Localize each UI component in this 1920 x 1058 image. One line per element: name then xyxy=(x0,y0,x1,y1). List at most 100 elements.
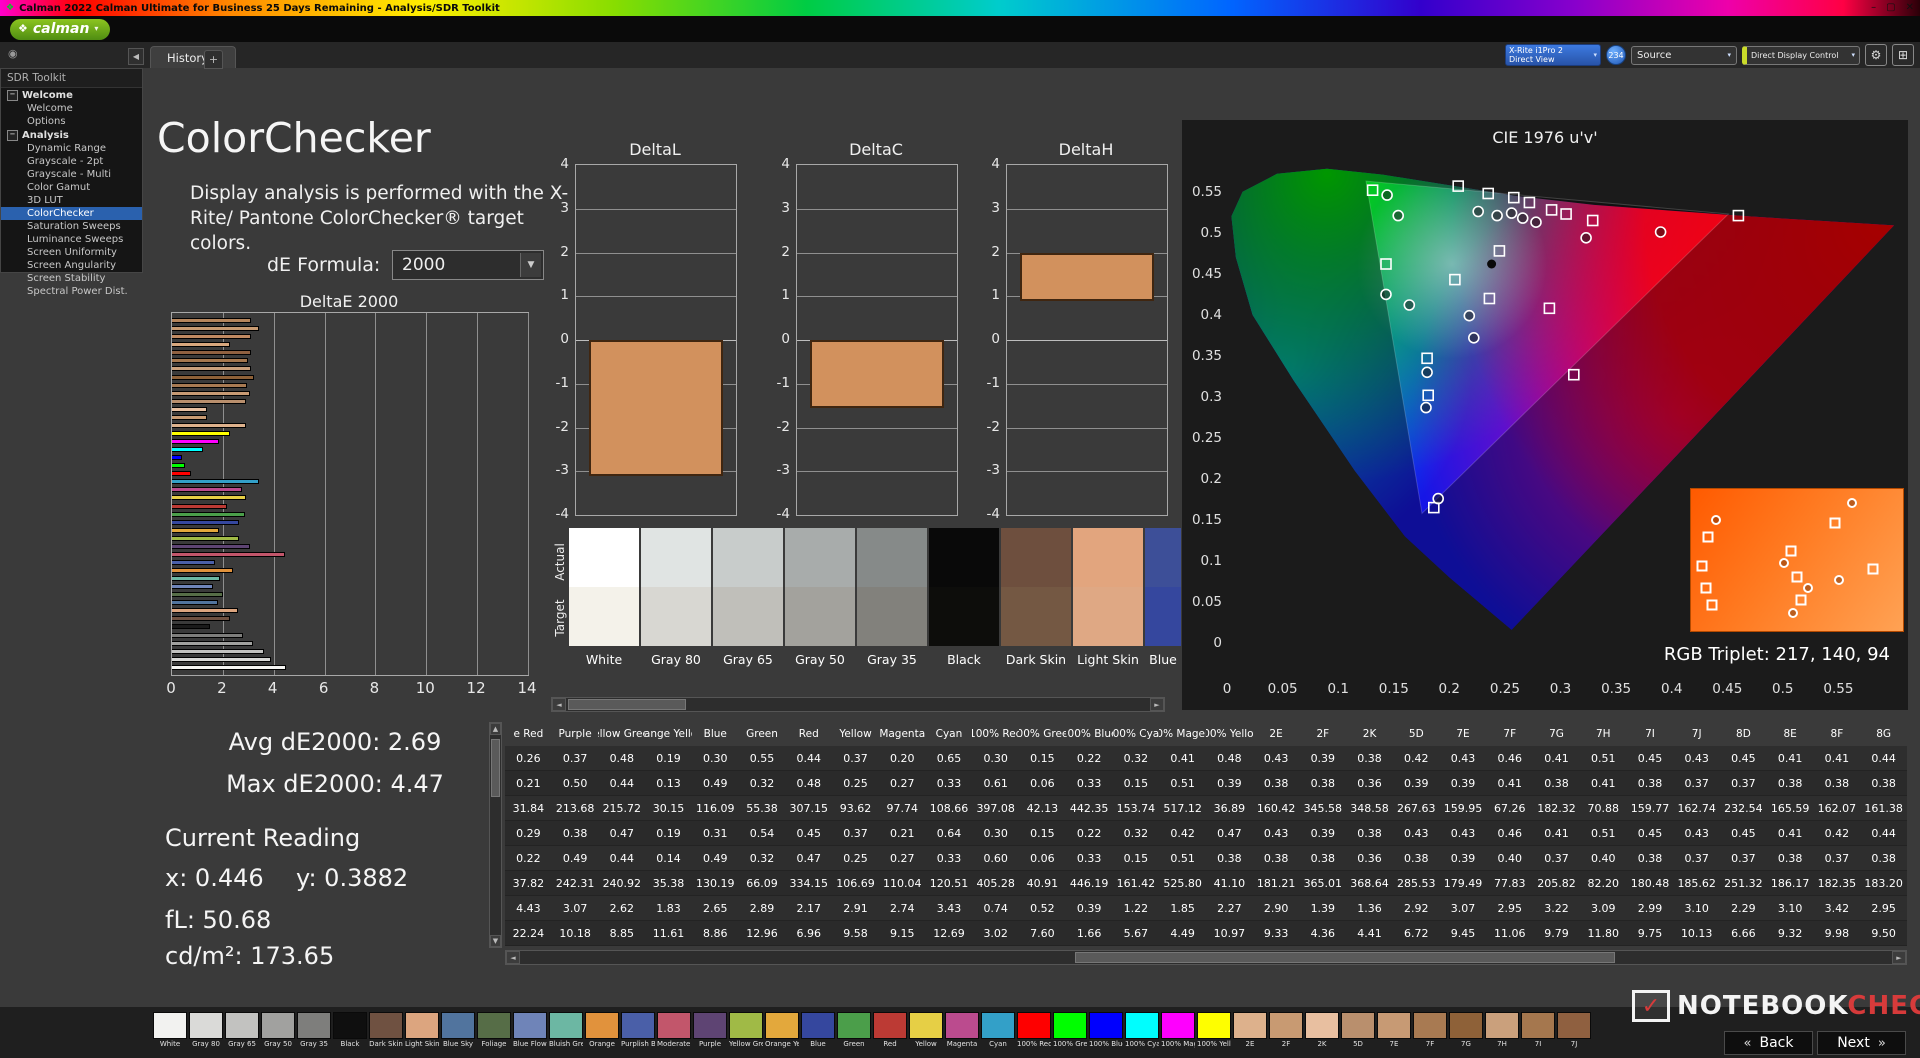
gear-icon[interactable]: ⚙ xyxy=(1865,44,1887,66)
bottom-swatch-100-red[interactable]: 100% Red xyxy=(1017,1012,1051,1048)
bottom-swatch-black[interactable]: Black xyxy=(333,1012,367,1048)
bottom-swatch-100-magenta[interactable]: 100% Magenta xyxy=(1161,1012,1195,1048)
bottom-swatch-cyan[interactable]: Cyan xyxy=(981,1012,1015,1048)
sidebar-item-screen-stability[interactable]: Screen Stability xyxy=(1,272,142,285)
bottom-swatch-purplish-blue[interactable]: Purplish Blue xyxy=(621,1012,655,1048)
bottom-swatch-white[interactable]: White xyxy=(153,1012,187,1048)
table-vertical-scrollbar[interactable]: ▲ ▼ xyxy=(489,722,502,948)
tab-history-1[interactable]: History 1 xyxy=(150,46,236,68)
meter-badge[interactable]: 234 xyxy=(1606,45,1626,65)
scroll-thumb[interactable] xyxy=(568,699,686,710)
bottom-swatch-gray-80[interactable]: Gray 80 xyxy=(189,1012,223,1048)
minimize-button[interactable]: – xyxy=(1871,3,1876,13)
x-tick-label: 0.5 xyxy=(1766,681,1800,697)
sidebar-item-colorchecker[interactable]: ColorChecker xyxy=(1,207,142,220)
bottom-swatch-yellow[interactable]: Yellow xyxy=(909,1012,943,1048)
collapse-expander-icon[interactable]: − xyxy=(7,130,18,141)
scroll-track[interactable] xyxy=(566,698,1150,711)
sidebar-item-grayscale-multi[interactable]: Grayscale - Multi xyxy=(1,168,142,181)
bottom-swatch-7g[interactable]: 7G xyxy=(1449,1012,1483,1048)
bottom-swatch-blue-sky[interactable]: Blue Sky xyxy=(441,1012,475,1048)
bottom-swatch-light-skin[interactable]: Light Skin xyxy=(405,1012,439,1048)
scroll-thumb[interactable] xyxy=(1075,952,1615,963)
bottom-swatch-gray-65[interactable]: Gray 65 xyxy=(225,1012,259,1048)
layout-grid-icon[interactable]: ⊞ xyxy=(1892,44,1914,66)
tree-section-welcome[interactable]: −Welcome xyxy=(1,88,142,102)
sidebar-item-screen-uniformity[interactable]: Screen Uniformity xyxy=(1,246,142,259)
patch-swatch-black[interactable]: Black xyxy=(929,528,999,667)
sidebar-item-dynamic-range[interactable]: Dynamic Range xyxy=(1,142,142,155)
bottom-swatch-7e[interactable]: 7E xyxy=(1377,1012,1411,1048)
calman-menu-button[interactable]: ❖ calman ▾ xyxy=(10,19,110,40)
sidebar-item-spectral-power-dist[interactable]: Spectral Power Dist. xyxy=(1,285,142,298)
de-formula-dropdown[interactable]: 2000 ▼ xyxy=(392,250,544,280)
table-horizontal-scrollbar[interactable]: ◄ ► xyxy=(505,950,1907,965)
close-button[interactable]: ✕ xyxy=(1906,3,1914,13)
bottom-swatch-blue-flower[interactable]: Blue Flower xyxy=(513,1012,547,1048)
back-button[interactable]: « Back xyxy=(1724,1031,1813,1055)
bottom-swatch-7j[interactable]: 7J xyxy=(1557,1012,1591,1048)
bottom-swatch-100-blue[interactable]: 100% Blue xyxy=(1089,1012,1123,1048)
bottom-swatch-orange[interactable]: Orange xyxy=(585,1012,619,1048)
next-button[interactable]: Next » xyxy=(1817,1031,1906,1055)
sidebar-item-color-gamut[interactable]: Color Gamut xyxy=(1,181,142,194)
bottom-swatch-moderate-red[interactable]: Moderate Red xyxy=(657,1012,691,1048)
sidebar-item-luminance-sweeps[interactable]: Luminance Sweeps xyxy=(1,233,142,246)
patch-swatch-gray-80[interactable]: Gray 80 xyxy=(641,528,711,667)
bottom-swatch-100-green[interactable]: 100% Green xyxy=(1053,1012,1087,1048)
bottom-swatch-yellow-green[interactable]: Yellow Green xyxy=(729,1012,763,1048)
bottom-swatch-bluish-green[interactable]: Bluish Green xyxy=(549,1012,583,1048)
bottom-swatch-2f[interactable]: 2F xyxy=(1269,1012,1303,1048)
bottom-swatch-gray-50[interactable]: Gray 50 xyxy=(261,1012,295,1048)
scroll-track[interactable] xyxy=(520,951,1892,964)
bottom-swatch-dark-skin[interactable]: Dark Skin xyxy=(369,1012,403,1048)
display-control-dropdown[interactable]: Direct Display Control ▾ xyxy=(1742,46,1860,65)
sidebar-item-welcome[interactable]: Welcome xyxy=(1,102,142,115)
scroll-right-icon[interactable]: ► xyxy=(1150,698,1164,711)
bottom-swatch-7f[interactable]: 7F xyxy=(1413,1012,1447,1048)
patch-swatch-gray-35[interactable]: Gray 35 xyxy=(857,528,927,667)
patch-swatch-gray-65[interactable]: Gray 65 xyxy=(713,528,783,667)
scroll-left-icon[interactable]: ◄ xyxy=(506,951,520,964)
scroll-down-icon[interactable]: ▼ xyxy=(490,935,501,947)
bottom-swatch-100-cyan[interactable]: 100% Cyan xyxy=(1125,1012,1159,1048)
bottom-swatch-purple[interactable]: Purple xyxy=(693,1012,727,1048)
bottom-swatch-green[interactable]: Green xyxy=(837,1012,871,1048)
strip-scrollbar[interactable]: ◄ ► xyxy=(551,697,1165,712)
meter-dropdown[interactable]: X-Rite i1Pro 2 Direct View ▾ xyxy=(1505,44,1601,66)
scroll-up-icon[interactable]: ▲ xyxy=(490,723,501,735)
bottom-swatch-foliage[interactable]: Foliage xyxy=(477,1012,511,1048)
scroll-right-icon[interactable]: ► xyxy=(1892,951,1906,964)
bottom-swatch-red[interactable]: Red xyxy=(873,1012,907,1048)
patch-swatch-blue[interactable]: Blue xyxy=(1145,528,1181,667)
bottom-swatch-5d[interactable]: 5D xyxy=(1341,1012,1375,1048)
bottom-swatch-gray-35[interactable]: Gray 35 xyxy=(297,1012,331,1048)
bottom-swatch-7i[interactable]: 7I xyxy=(1521,1012,1555,1048)
pin-icon[interactable]: ◉ xyxy=(8,47,18,60)
bottom-swatch-2k[interactable]: 2K xyxy=(1305,1012,1339,1048)
collapse-expander-icon[interactable]: − xyxy=(7,90,18,101)
sidebar-item-3d-lut[interactable]: 3D LUT xyxy=(1,194,142,207)
patch-swatch-dark-skin[interactable]: Dark Skin xyxy=(1001,528,1071,667)
sidebar-collapse-button[interactable]: ◀ xyxy=(128,48,144,65)
patch-swatch-gray-50[interactable]: Gray 50 xyxy=(785,528,855,667)
maximize-button[interactable]: ▢ xyxy=(1886,3,1895,13)
patch-swatch-white[interactable]: White xyxy=(569,528,639,667)
sidebar-item-grayscale-2pt[interactable]: Grayscale - 2pt xyxy=(1,155,142,168)
scroll-left-icon[interactable]: ◄ xyxy=(552,698,566,711)
bottom-swatch-orange-yellow[interactable]: Orange Yellow xyxy=(765,1012,799,1048)
sidebar-item-saturation-sweeps[interactable]: Saturation Sweeps xyxy=(1,220,142,233)
bottom-swatch-100-yellow[interactable]: 100% Yellow xyxy=(1197,1012,1231,1048)
bottom-swatch-7h[interactable]: 7H xyxy=(1485,1012,1519,1048)
source-dropdown[interactable]: Source ▾ xyxy=(1631,46,1737,65)
add-tab-button[interactable]: + xyxy=(204,50,223,69)
scroll-thumb[interactable] xyxy=(491,739,500,797)
bottom-swatch-magenta[interactable]: Magenta xyxy=(945,1012,979,1048)
sidebar-item-options[interactable]: Options xyxy=(1,115,142,128)
patch-swatch-light-skin[interactable]: Light Skin xyxy=(1073,528,1143,667)
bottom-swatch-blue[interactable]: Blue xyxy=(801,1012,835,1048)
tree-section-analysis[interactable]: −Analysis xyxy=(1,128,142,142)
bottom-swatch-2e[interactable]: 2E xyxy=(1233,1012,1267,1048)
sidebar-item-screen-angularity[interactable]: Screen Angularity xyxy=(1,259,142,272)
scroll-track[interactable] xyxy=(490,735,501,935)
